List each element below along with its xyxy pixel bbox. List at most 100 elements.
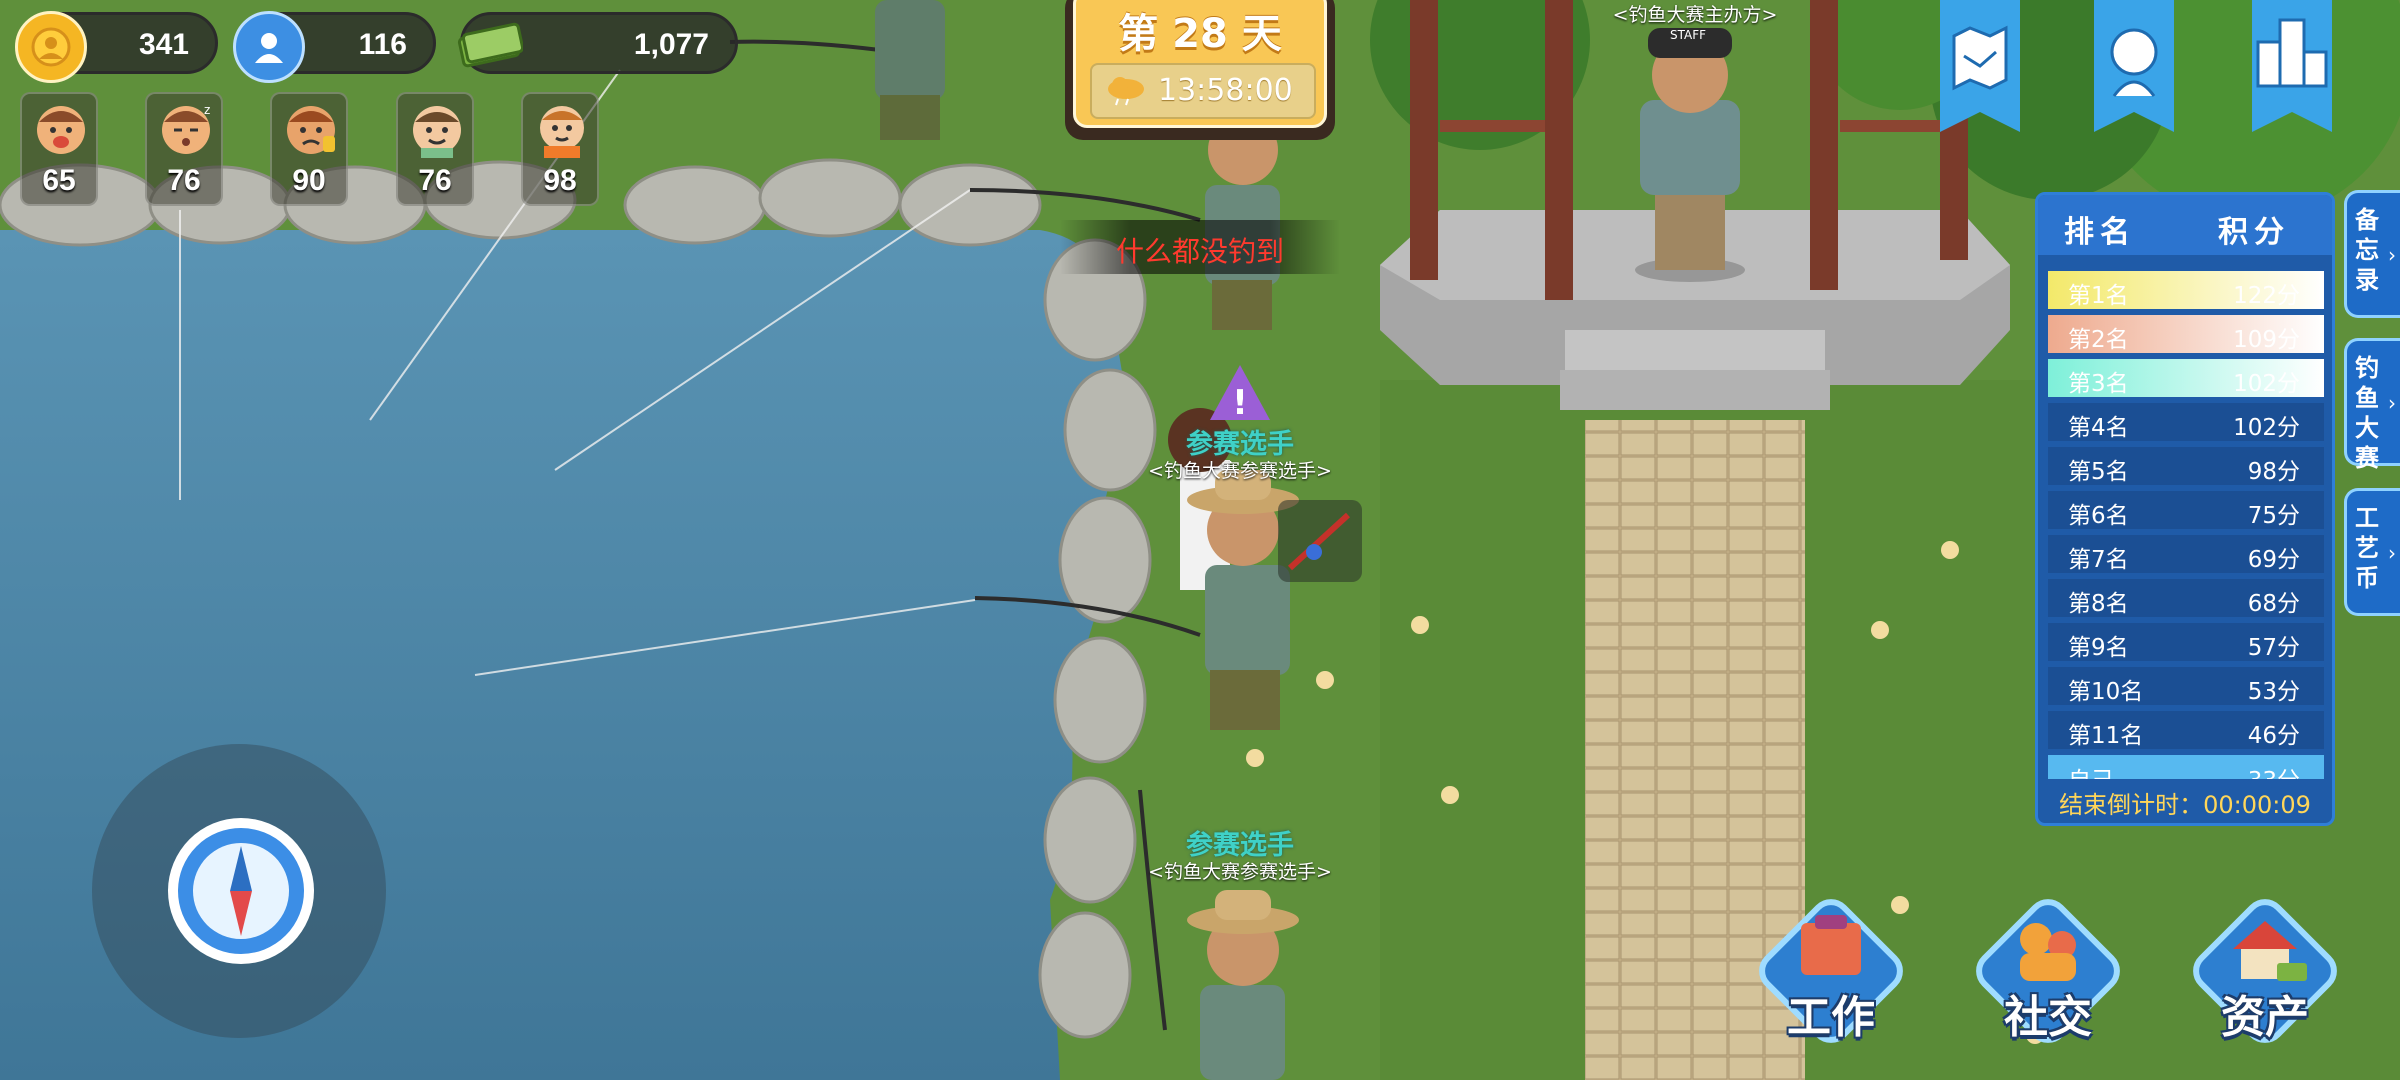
ranking-score: 69分 [2247, 547, 2300, 573]
chevron-right-icon: › [2388, 243, 2396, 267]
end-countdown: 结束倒计时：00:00:09 [2059, 791, 2311, 819]
ranking-position: 第1名 [2068, 283, 2129, 309]
clock-time: 13:58:00 [1158, 73, 1293, 108]
ranking-score: 68分 [2247, 591, 2300, 617]
gold-coin-icon [15, 11, 87, 83]
leaderboard-podium-icon [2252, 0, 2332, 132]
ranking-row: 第9名 57分 [2048, 623, 2324, 661]
work-button[interactable]: 工作 [1753, 893, 1909, 1049]
host-title: <钓鱼大赛主办方> [1612, 4, 1778, 26]
ranking-position: 第10名 [2068, 679, 2144, 705]
score-column-label: 积分 [2218, 215, 2290, 250]
ranking-row: 第6名 75分 [2048, 491, 2324, 529]
sleep-value: 76 [167, 164, 201, 197]
ranking-position: 第4名 [2068, 415, 2129, 441]
catch-result-text: 什么都没钓到 [1115, 235, 1284, 268]
user-icon [233, 11, 305, 83]
rain-cloud-icon [1108, 77, 1144, 106]
tab-memo-label: 备忘录 [2355, 206, 2379, 294]
ranking-score: 122分 [2233, 283, 2300, 309]
ranking-row: 第5名 98分 [2048, 447, 2324, 485]
cash-value: 1,077 [633, 28, 709, 61]
time-box: 13:58:00 [1090, 63, 1316, 119]
ranking-score: 102分 [2233, 371, 2300, 397]
ranking-position: 第7名 [2068, 547, 2129, 573]
mood-value: 76 [418, 164, 452, 197]
joystick-knob[interactable] [168, 818, 314, 964]
ranking-score: 109分 [2233, 327, 2300, 353]
map-button[interactable] [1940, 0, 2020, 132]
social-button[interactable]: 社交 [1970, 893, 2126, 1049]
thumbs-up-face-icon [540, 106, 584, 158]
day-card: 第 28 天 13:58:00 [1065, 0, 1335, 140]
tab-fishing-contest-label: 钓鱼大赛 [2355, 354, 2379, 472]
social-value: 98 [543, 164, 577, 197]
ranking-row: 第1名 122分 [2048, 271, 2324, 309]
tab-craft-coin-label: 工艺币 [2355, 504, 2379, 592]
svg-text:z: z [204, 103, 210, 117]
work-label: 工作 [1787, 992, 1875, 1043]
character-profile-icon [2094, 0, 2174, 132]
ranking-row: 第2名 109分 [2048, 315, 2324, 353]
ranking-position: 第5名 [2068, 459, 2129, 485]
need-sleep[interactable]: z 76 [145, 92, 223, 206]
social-label: 社交 [2004, 992, 2092, 1043]
ranking-row: 第10名 53分 [2048, 667, 2324, 705]
health-value: 90 [292, 164, 326, 197]
sleep-face-icon: z [162, 103, 210, 154]
need-social[interactable]: 98 [521, 92, 599, 206]
tab-craft-coin[interactable]: 工艺币 › [2344, 488, 2400, 616]
catch-result-toast: 什么都没钓到 [1060, 220, 1340, 274]
player2-title: <钓鱼大赛参赛选手> [1148, 861, 1332, 883]
tab-fishing-contest[interactable]: 钓鱼大赛 › [2344, 338, 2400, 472]
coin-counter[interactable]: 341 [15, 11, 218, 83]
day-title: 第 28 天 [1118, 11, 1282, 57]
compass-icon [172, 822, 310, 960]
chevron-right-icon: › [2388, 541, 2396, 565]
need-mood[interactable]: 76 [396, 92, 474, 206]
ranking-header: 排名 积分 [2038, 195, 2332, 255]
ranking-score: 102分 [2233, 415, 2300, 441]
ranking-row: 第3名 102分 [2048, 359, 2324, 397]
rank-column-label: 排名 [2064, 215, 2136, 250]
need-health[interactable]: 90 [270, 92, 348, 206]
hunger-value: 65 [42, 164, 76, 197]
ranking-position: 第2名 [2068, 327, 2129, 353]
leaderboard-button[interactable] [2252, 0, 2332, 132]
ranking-position: 第6名 [2068, 503, 2129, 529]
ranking-position: 第11名 [2068, 723, 2144, 749]
chevron-right-icon: › [2388, 391, 2396, 415]
ranking-score: 75分 [2247, 503, 2300, 529]
map-icon [1940, 0, 2020, 132]
ranking-panel: 排名 积分 第1名 122分 第2名 109分 第3名 102分 第4名 102分 第5名 98分… [2035, 192, 2335, 826]
assets-button[interactable]: 资产 [2187, 893, 2343, 1049]
staff-cap-text: STAFF [1670, 28, 1707, 42]
profile-button[interactable] [2094, 0, 2174, 132]
ranking-score: 57分 [2247, 635, 2300, 661]
ranking-score: 53分 [2247, 679, 2300, 705]
self-rank-label: 自己 [2068, 761, 2114, 779]
ranking-position: 第8名 [2068, 591, 2129, 617]
self-rank-row: 自己 33分 [2048, 755, 2324, 779]
player1-title: <钓鱼大赛参赛选手> [1148, 460, 1332, 482]
tab-memo[interactable]: 备忘录 › [2344, 190, 2400, 318]
need-hunger[interactable]: 65 [20, 92, 98, 206]
ranking-row: 第11名 46分 [2048, 711, 2324, 749]
svg-text:!: ! [1232, 383, 1248, 423]
ranking-row: 第4名 102分 [2048, 403, 2324, 441]
assets-label: 资产 [2221, 992, 2309, 1043]
followers-value: 116 [358, 28, 407, 61]
ranking-row: 第8名 68分 [2048, 579, 2324, 617]
cash-counter[interactable]: 1,077 [457, 11, 738, 77]
ranking-score: 98分 [2247, 459, 2300, 485]
ranking-row: 第7名 69分 [2048, 535, 2324, 573]
sick-face-icon [287, 106, 335, 154]
cash-stack-icon [457, 11, 523, 77]
coin-value: 341 [138, 28, 189, 61]
ranking-position: 第3名 [2068, 371, 2129, 397]
hunger-face-icon [37, 106, 85, 154]
ranking-score: 46分 [2247, 723, 2300, 749]
followers-counter[interactable]: 116 [233, 11, 436, 83]
self-rank-score: 33分 [2248, 761, 2300, 779]
ranking-position: 第9名 [2068, 635, 2129, 661]
